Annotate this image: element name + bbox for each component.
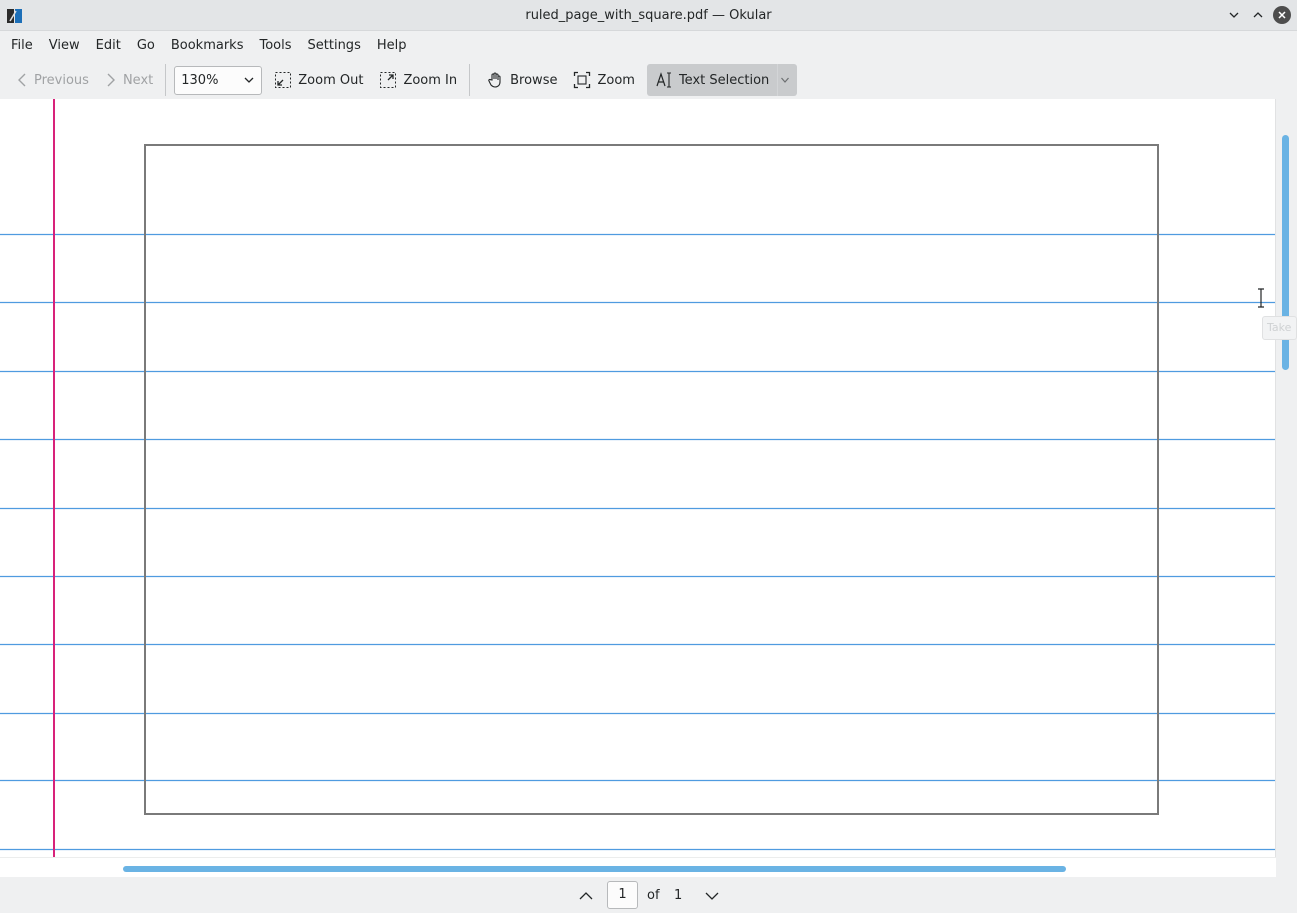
close-window-button[interactable] xyxy=(1273,6,1291,24)
next-page-button[interactable]: Next xyxy=(97,64,161,96)
menu-file[interactable]: File xyxy=(3,31,41,61)
total-pages-label: 1 xyxy=(674,888,683,903)
toolbar-separator xyxy=(165,64,167,96)
previous-page-arrow[interactable] xyxy=(576,886,596,906)
ruled-page-canvas xyxy=(0,99,1275,857)
text-selection-label: Text Selection xyxy=(678,72,770,88)
chevron-down-icon xyxy=(780,77,789,83)
zoom-out-icon xyxy=(275,72,292,88)
previous-label: Previous xyxy=(34,72,89,88)
previous-page-button[interactable]: Previous xyxy=(8,64,97,96)
menu-go[interactable]: Go xyxy=(129,31,163,61)
menu-edit[interactable]: Edit xyxy=(88,31,129,61)
next-page-arrow[interactable] xyxy=(702,886,722,906)
text-selection-dropdown[interactable] xyxy=(777,64,797,96)
hand-icon xyxy=(488,72,501,88)
zoom-in-button[interactable]: Zoom In xyxy=(371,64,465,96)
zoom-in-icon xyxy=(380,72,397,88)
main-toolbar: Previous Next 130% Zoom Out Zoom In Brow… xyxy=(0,61,1297,99)
chevron-right-icon xyxy=(107,73,115,87)
document-page-view[interactable] xyxy=(0,99,1276,857)
zoom-in-label: Zoom In xyxy=(403,72,458,88)
horizontal-scrollbar-thumb[interactable] xyxy=(123,866,1066,872)
browse-tool-button[interactable]: Browse xyxy=(478,64,565,96)
menu-help[interactable]: Help xyxy=(369,31,415,61)
minimize-button[interactable] xyxy=(1225,6,1243,24)
tooltip-fragment: Take xyxy=(1262,316,1297,340)
title-bar[interactable]: ruled_page_with_square.pdf — Okular xyxy=(0,0,1297,31)
zoom-tool-button[interactable]: Zoom xyxy=(565,64,642,96)
maximize-button[interactable] xyxy=(1249,6,1267,24)
zoom-select-icon xyxy=(574,71,591,89)
current-page-input[interactable]: 1 xyxy=(607,881,638,909)
chevron-up-icon xyxy=(579,892,593,900)
menu-bookmarks[interactable]: Bookmarks xyxy=(163,31,252,61)
menu-tools[interactable]: Tools xyxy=(251,31,299,61)
okular-window: ruled_page_with_square.pdf — Okular File… xyxy=(0,0,1297,913)
chevron-down-icon xyxy=(705,892,719,900)
chevron-down-icon xyxy=(1229,12,1239,18)
close-icon xyxy=(1278,11,1286,19)
next-label: Next xyxy=(122,72,154,88)
chevron-left-icon xyxy=(18,73,26,87)
text-selection-tool-button[interactable]: Text Selection xyxy=(646,64,798,96)
zoom-out-button[interactable]: Zoom Out xyxy=(266,64,371,96)
menu-view[interactable]: View xyxy=(41,31,88,61)
browse-label: Browse xyxy=(510,72,558,88)
chevron-up-icon xyxy=(1253,12,1263,18)
toolbar-separator xyxy=(469,64,471,96)
ruled-lines xyxy=(0,233,1275,851)
text-cursor-icon xyxy=(1258,288,1264,308)
text-selection-icon xyxy=(656,72,671,88)
zoom-level-select[interactable]: 130% xyxy=(174,65,263,95)
zoom-out-label: Zoom Out xyxy=(298,72,364,88)
window-title: ruled_page_with_square.pdf — Okular xyxy=(525,8,772,23)
chevron-down-icon xyxy=(244,77,254,83)
page-navigation-bar: 1 of 1 xyxy=(0,877,1297,913)
zoom-tool-label: Zoom xyxy=(597,72,635,88)
of-label: of xyxy=(647,888,660,903)
menu-bar: File View Edit Go Bookmarks Tools Settin… xyxy=(0,31,1297,61)
zoom-level-value: 130% xyxy=(181,72,219,88)
menu-settings[interactable]: Settings xyxy=(300,31,369,61)
